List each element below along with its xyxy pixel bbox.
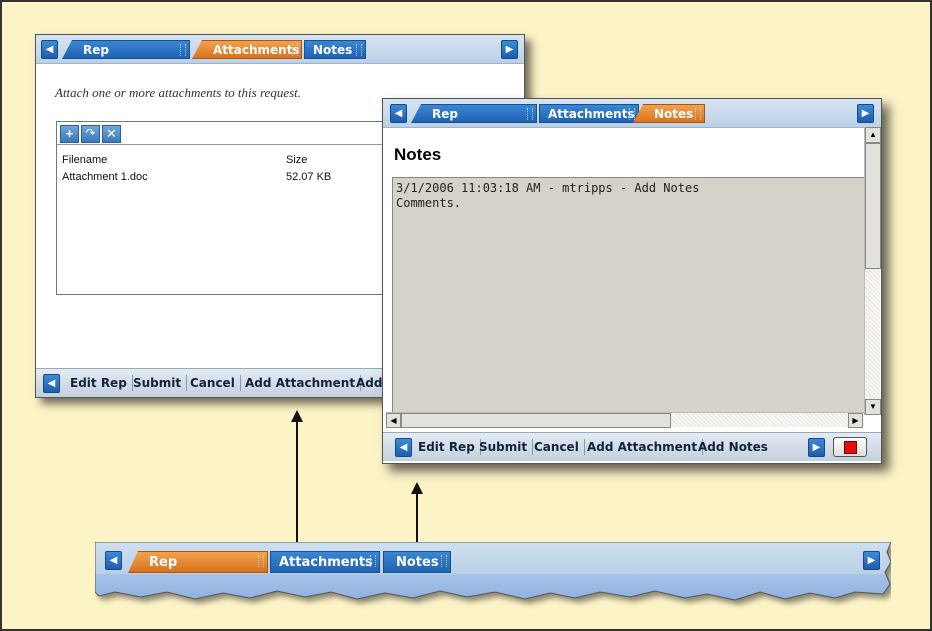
edit-rep-button[interactable]: Edit Rep <box>65 375 133 391</box>
canvas: ◀ Rep Allowance Attachments Notes ▶ Atta… <box>0 0 932 631</box>
stop-button[interactable] <box>833 437 867 457</box>
attachments-intro: Attach one or more attachments to this r… <box>55 85 302 100</box>
vertical-scrollbar[interactable]: ▲ ▼ <box>864 127 881 415</box>
tab-scroll-right-button[interactable]: ▶ <box>857 104 874 123</box>
note-entry-header: 3/1/2006 11:03:18 AM - mtripps - Add Not… <box>396 181 700 195</box>
horizontal-scrollbar[interactable]: ◀ ▶ <box>386 412 864 428</box>
cancel-button[interactable]: Cancel <box>185 375 241 391</box>
tab-scroll-right-button[interactable]: ▶ <box>501 40 518 59</box>
submit-button[interactable]: Submit <box>474 439 534 455</box>
edit-rep-button[interactable]: Edit Rep <box>413 439 481 455</box>
toolbar-scroll-left-button[interactable]: ◀ <box>395 438 412 457</box>
toolbar-scroll-right-button[interactable]: ▶ <box>808 438 825 457</box>
submit-button[interactable]: Submit <box>128 375 188 391</box>
notes-text-area[interactable]: 3/1/2006 11:03:18 AM - mtripps - Add Not… <box>392 177 868 413</box>
tab-rep-allowance[interactable]: Rep Allowance <box>411 104 537 123</box>
arrow-line <box>296 420 298 542</box>
notes-title: Notes <box>394 145 442 164</box>
attachments-tab-bar: ◀ Rep Allowance Attachments Notes ▶ <box>36 35 524 64</box>
edit-icon[interactable]: ↷ <box>81 125 100 143</box>
notes-tab-bar: ◀ Rep Allowance Attachments Notes ▶ <box>383 99 881 128</box>
file-name: Attachment 1.doc <box>62 171 148 183</box>
stop-icon <box>844 441 857 454</box>
note-entry-body: Comments. <box>396 196 462 210</box>
tab-rep-allowance[interactable]: Rep Allowance <box>128 551 268 573</box>
scroll-right-arrow-icon[interactable]: ▶ <box>848 413 863 428</box>
add-notes-button[interactable]: Add Notes <box>693 439 773 455</box>
column-header-filename[interactable]: Filename <box>62 154 107 166</box>
arrow-line <box>416 492 418 542</box>
delete-icon[interactable]: ✕ <box>102 125 121 143</box>
tab-rep-allowance[interactable]: Rep Allowance <box>62 40 190 59</box>
tab-notes[interactable]: Notes <box>304 40 366 59</box>
table-row[interactable]: Attachment 1.doc 52.07 KB <box>57 171 387 185</box>
tab-notes[interactable]: Notes <box>383 551 451 573</box>
notes-toolbar: ◀ Edit Rep Submit Cancel Add Attachment … <box>383 432 881 461</box>
scroll-down-arrow-icon[interactable]: ▼ <box>865 399 881 415</box>
notes-window: ◀ Rep Allowance Attachments Notes ▶ Note… <box>382 98 882 464</box>
column-header-size[interactable]: Size <box>286 154 307 166</box>
scroll-thumb[interactable] <box>865 143 881 269</box>
cancel-button[interactable]: Cancel <box>529 439 585 455</box>
scroll-left-arrow-icon[interactable]: ◀ <box>386 413 401 428</box>
tab-scroll-left-button[interactable]: ◀ <box>41 40 58 59</box>
scroll-up-arrow-icon[interactable]: ▲ <box>865 127 881 143</box>
tab-attachments[interactable]: Attachments <box>192 40 302 59</box>
horizontal-scroll-thumb[interactable] <box>401 413 671 428</box>
tab-strip-excerpt: ◀ Rep Allowance Attachments Notes ▶ <box>95 542 891 612</box>
add-icon[interactable]: + <box>60 125 79 143</box>
tab-attachments[interactable]: Attachments <box>270 551 380 573</box>
tab-attachments[interactable]: Attachments <box>539 104 639 123</box>
add-attachment-button[interactable]: Add Attachment <box>582 439 704 455</box>
file-size: 52.07 KB <box>286 171 332 183</box>
toolbar-scroll-left-button[interactable]: ◀ <box>43 374 60 393</box>
tab-scroll-left-button[interactable]: ◀ <box>105 551 122 570</box>
tab-scroll-left-button[interactable]: ◀ <box>390 104 407 123</box>
tab-scroll-right-button[interactable]: ▶ <box>863 551 880 570</box>
add-attachment-button[interactable]: Add Attachment <box>240 375 362 391</box>
tab-notes[interactable]: Notes <box>633 104 705 123</box>
